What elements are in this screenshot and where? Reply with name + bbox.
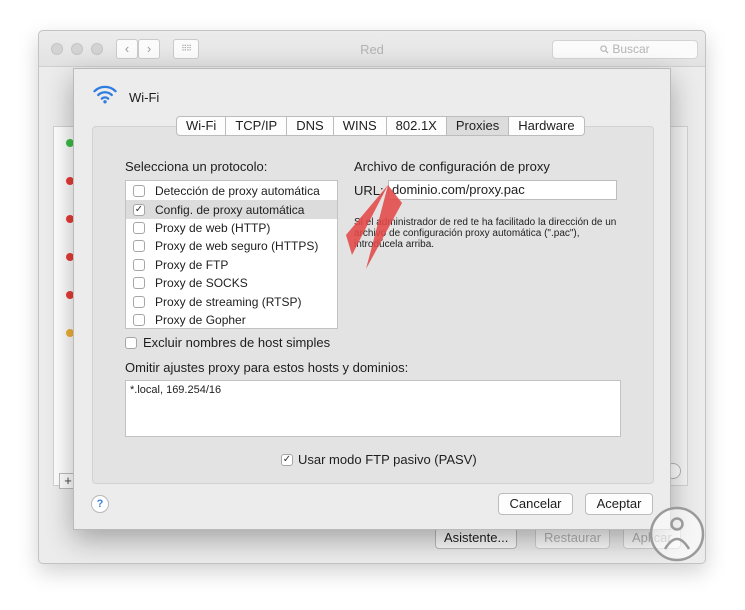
restore-button[interactable]: Restaurar — [535, 527, 611, 549]
exclude-simple-label: Excluir nombres de host simples — [143, 335, 331, 350]
assistant-button[interactable]: Asistente... — [435, 527, 518, 549]
tab-bar: Wi-Fi TCP/IP DNS WINS 802.1X Proxies Har… — [176, 116, 585, 136]
protocol-checkbox[interactable] — [133, 295, 145, 308]
annotation-arrow — [346, 185, 402, 269]
protocol-checkbox[interactable] — [133, 277, 145, 290]
tab-tcpip[interactable]: TCP/IP — [226, 116, 288, 136]
protocol-item-auto-config[interactable]: ✓ Config. de proxy automática — [126, 200, 337, 219]
help-button[interactable]: ? — [91, 495, 109, 513]
protocol-label: Config. de proxy automática — [155, 202, 305, 217]
tab-wins[interactable]: WINS — [333, 116, 387, 136]
protocol-checkbox[interactable]: ✓ — [133, 203, 145, 216]
protocol-label: Detección de proxy automática — [155, 184, 320, 199]
protocol-item-socks[interactable]: Proxy de SOCKS — [126, 274, 337, 292]
protocol-item-http[interactable]: Proxy de web (HTTP) — [126, 219, 337, 237]
exclude-simple-checkbox[interactable] — [125, 337, 137, 349]
tab-8021x[interactable]: 802.1X — [386, 116, 447, 136]
protocol-label: Proxy de web (HTTP) — [155, 220, 271, 235]
config-title: Archivo de configuración de proxy — [354, 159, 550, 174]
window-titlebar: ‹ › ⠿⠿ Red Buscar — [39, 31, 705, 67]
wifi-icon — [93, 85, 117, 104]
protocol-checkbox[interactable] — [133, 313, 145, 326]
url-field[interactable]: dominio.com/proxy.pac — [388, 180, 617, 200]
protocol-label: Proxy de streaming (RTSP) — [155, 294, 302, 309]
bypass-label: Omitir ajustes proxy para estos hosts y … — [125, 360, 409, 375]
pasv-checkbox[interactable]: ✓ — [281, 454, 293, 466]
protocol-label: Proxy de SOCKS — [155, 276, 248, 291]
accept-button[interactable]: Aceptar — [585, 493, 653, 515]
protocol-checkbox[interactable] — [133, 221, 145, 234]
interface-title: Wi-Fi — [129, 90, 160, 105]
tab-dns[interactable]: DNS — [287, 116, 334, 136]
cancel-button[interactable]: Cancelar — [498, 493, 573, 515]
tab-wifi[interactable]: Wi-Fi — [176, 116, 227, 136]
pasv-label: Usar modo FTP pasivo (PASV) — [298, 452, 477, 467]
search-placeholder: Buscar — [612, 42, 650, 56]
protocol-item-gopher[interactable]: Proxy de Gopher — [126, 311, 337, 329]
tab-hardware[interactable]: Hardware — [509, 116, 585, 136]
search-input[interactable]: Buscar — [552, 40, 698, 59]
protocol-item-https[interactable]: Proxy de web seguro (HTTPS) — [126, 237, 337, 255]
protocol-label: Proxy de web seguro (HTTPS) — [155, 239, 319, 254]
protocol-item-auto-discovery[interactable]: Detección de proxy automática — [126, 182, 337, 200]
protocol-checkbox[interactable] — [133, 258, 145, 271]
tab-proxies[interactable]: Proxies — [446, 116, 510, 136]
protocol-item-rtsp[interactable]: Proxy de streaming (RTSP) — [126, 292, 337, 310]
search-icon — [600, 45, 609, 54]
bypass-hosts-field[interactable]: *.local, 169.254/16 — [125, 380, 621, 437]
protocol-label: Proxy de FTP — [155, 257, 229, 272]
site-logo-watermark — [649, 506, 705, 562]
protocol-list[interactable]: Detección de proxy automática ✓ Config. … — [125, 180, 338, 329]
protocol-label: Proxy de Gopher — [155, 312, 246, 327]
protocol-label: Selecciona un protocolo: — [125, 159, 268, 174]
protocol-checkbox[interactable] — [133, 240, 145, 253]
protocol-item-ftp[interactable]: Proxy de FTP — [126, 256, 337, 274]
advanced-sheet: Wi-Fi Wi-Fi TCP/IP DNS WINS 802.1X Proxi… — [73, 68, 671, 530]
protocol-checkbox[interactable] — [133, 185, 145, 198]
